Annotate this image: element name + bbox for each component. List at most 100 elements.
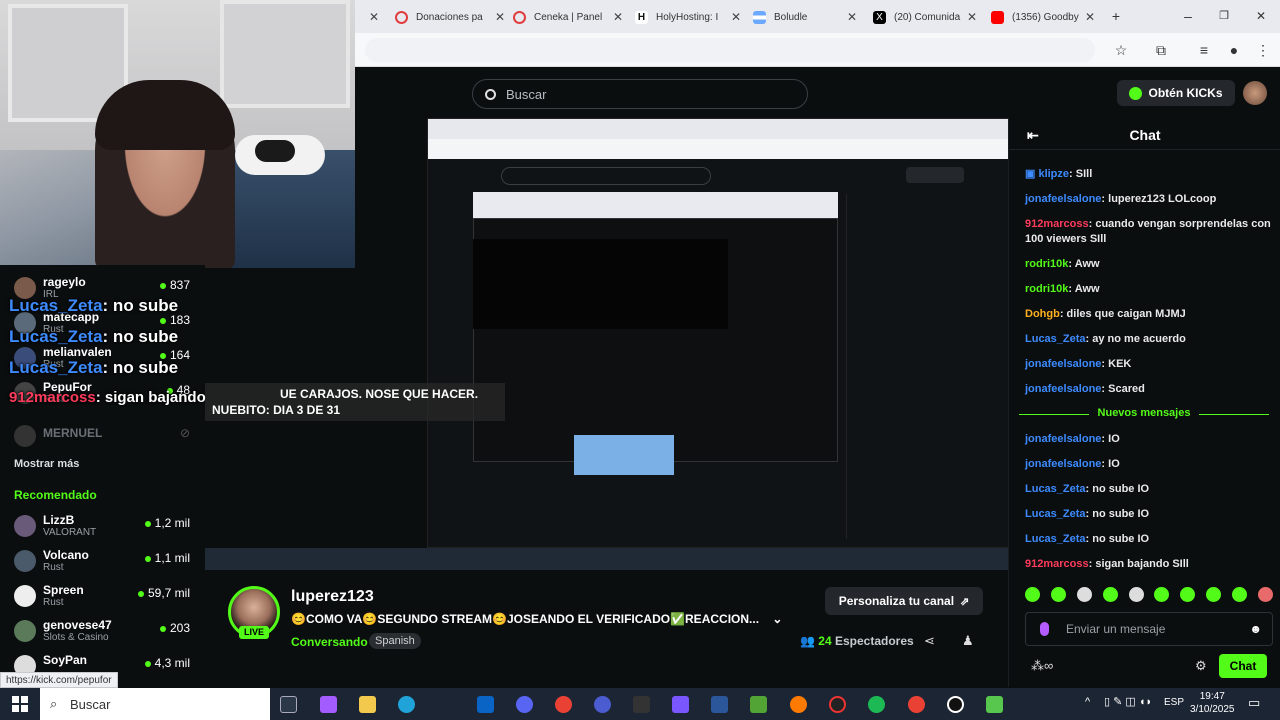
close-tab-icon[interactable]: ✕ bbox=[1085, 10, 1095, 24]
collapse-chat-icon[interactable]: ⇤ bbox=[1027, 120, 1039, 150]
recommended-item[interactable]: genovese47 Slots & Casino 203 bbox=[14, 618, 194, 646]
emote-icon[interactable] bbox=[1050, 587, 1066, 602]
copilot-icon[interactable] bbox=[320, 696, 337, 713]
live-dot-icon bbox=[159, 282, 166, 289]
browser-tab[interactable]: (1356) Goodby ✕ bbox=[991, 6, 1095, 28]
edge-icon[interactable] bbox=[398, 696, 415, 713]
emote-icon[interactable] bbox=[1232, 587, 1247, 602]
discord-icon[interactable] bbox=[516, 696, 533, 713]
stream-category[interactable]: Conversando bbox=[291, 635, 368, 649]
nested-thumbnail bbox=[574, 435, 674, 475]
browser-tab[interactable]: H HolyHosting: I ✕ bbox=[635, 6, 741, 28]
chat-message-input[interactable]: Enviar un mensaje ☻ bbox=[1025, 612, 1273, 646]
taskbar-search-input[interactable]: ⌕ Buscar bbox=[40, 688, 270, 720]
app-icon[interactable] bbox=[633, 696, 650, 713]
get-kicks-button[interactable]: Obtén KICKs bbox=[1117, 80, 1235, 106]
recommended-item[interactable]: LizzB VALORANT 1,2 mil bbox=[14, 513, 194, 541]
emote-icon[interactable] bbox=[1206, 587, 1222, 602]
wordpad-icon[interactable] bbox=[594, 696, 611, 713]
outlook-icon[interactable] bbox=[477, 696, 494, 713]
chat-message: Lucas_Zeta: no sube IO bbox=[1025, 533, 1150, 545]
emote-icon[interactable] bbox=[1102, 587, 1118, 602]
task-view-icon[interactable] bbox=[280, 696, 297, 713]
emote-icon[interactable] bbox=[1076, 587, 1092, 602]
m365-icon[interactable] bbox=[672, 696, 689, 713]
channel-category: Rust bbox=[43, 597, 64, 608]
tray-icons[interactable]: ▯ ✎ ◫ ◖◗ bbox=[1104, 695, 1152, 708]
emote-icon[interactable] bbox=[1154, 587, 1170, 602]
clock[interactable]: 19:47 3/10/2025 bbox=[1190, 690, 1235, 716]
app-icon[interactable] bbox=[947, 696, 964, 713]
customize-channel-button[interactable]: Personaliza tu canal ⇗ bbox=[825, 587, 983, 615]
chat-message: Lucas_Zeta: ay no me acuerdo bbox=[1025, 333, 1186, 345]
donation-icon bbox=[395, 10, 408, 24]
close-tab-icon[interactable]: ✕ bbox=[613, 10, 623, 24]
word-icon[interactable] bbox=[711, 696, 728, 713]
media-control-icon[interactable]: ≡ bbox=[1195, 41, 1213, 59]
channel-category: Rust bbox=[43, 562, 64, 573]
profile-icon[interactable]: ● bbox=[1225, 41, 1243, 59]
language-tag[interactable]: Spanish bbox=[369, 633, 421, 649]
chrome-menu-icon[interactable]: ⋮ bbox=[1254, 41, 1272, 59]
extensions-icon[interactable]: ⧉ bbox=[1152, 41, 1170, 59]
obs-icon[interactable] bbox=[829, 696, 846, 713]
chrome-icon[interactable] bbox=[908, 696, 925, 713]
emote-icon[interactable] bbox=[1257, 587, 1273, 602]
close-tab-icon[interactable]: ✕ bbox=[967, 10, 977, 24]
stream-title: 😊COMO VA😊SEGUNDO STREAM😊JOSEANDO EL VERI… bbox=[291, 612, 783, 626]
overlay-chat-line: 912marcoss: sigan bajando bbox=[9, 389, 206, 406]
live-dot-icon bbox=[159, 317, 166, 324]
minecraft-icon[interactable] bbox=[750, 696, 767, 713]
emote-icon[interactable] bbox=[1128, 587, 1144, 602]
sidebar-item-offline[interactable]: MERNUEL ⊘ bbox=[14, 423, 194, 451]
notification-icon[interactable]: ▭ bbox=[1248, 695, 1260, 711]
search-input[interactable]: Buscar bbox=[472, 79, 808, 109]
close-tab-icon[interactable]: ✕ bbox=[731, 10, 741, 24]
spotify-icon[interactable] bbox=[868, 696, 885, 713]
chat-badge-icon: ▣ bbox=[1025, 168, 1039, 180]
browser-tab[interactable]: Boludle ✕ bbox=[753, 6, 857, 28]
windows-start-icon[interactable] bbox=[12, 696, 28, 712]
share-icon[interactable]: ⋖ bbox=[924, 633, 935, 649]
channel-category: VALORANT bbox=[43, 527, 97, 538]
close-tab-icon[interactable]: ✕ bbox=[369, 6, 381, 28]
chat-message: Lucas_Zeta: no sube IO bbox=[1025, 483, 1150, 495]
user-avatar[interactable] bbox=[1243, 81, 1267, 105]
tab-label: Ceneka | Panel bbox=[534, 11, 603, 23]
recommended-item[interactable]: Volcano Rust 1,1 mil bbox=[14, 548, 194, 576]
chat-message: jonafeelsalone: Scared bbox=[1025, 383, 1145, 395]
close-tab-icon[interactable]: ✕ bbox=[495, 10, 505, 24]
browser-tab[interactable]: Ceneka | Panel ✕ bbox=[513, 6, 623, 28]
app-icon[interactable] bbox=[986, 696, 1003, 713]
minimize-icon[interactable]: – bbox=[1179, 7, 1197, 25]
browser-tab[interactable]: X (20) Comunida ✕ bbox=[873, 6, 977, 28]
window-close-icon[interactable]: ✕ bbox=[1252, 7, 1270, 25]
tray-chevron-icon[interactable]: ^ bbox=[1085, 696, 1090, 708]
follow-icon[interactable]: ♟ bbox=[962, 633, 974, 649]
new-tab-icon[interactable]: + bbox=[1107, 7, 1125, 25]
streamer-name[interactable]: luperez123 bbox=[291, 588, 374, 606]
restore-icon[interactable]: ❐ bbox=[1215, 7, 1233, 25]
emote-icon[interactable] bbox=[1025, 587, 1040, 602]
channel-name: SoyPan bbox=[43, 653, 88, 667]
app-icon[interactable] bbox=[790, 696, 807, 713]
show-more-link[interactable]: Mostrar más bbox=[14, 458, 79, 470]
chevron-down-icon[interactable]: ⌄ bbox=[772, 612, 782, 626]
url-field[interactable] bbox=[365, 38, 1095, 62]
gear-icon[interactable]: ⚙ bbox=[1195, 658, 1207, 674]
emoji-picker-icon[interactable]: ☻ bbox=[1249, 622, 1262, 636]
bookmark-star-icon[interactable]: ☆ bbox=[1112, 41, 1130, 59]
file-explorer-icon[interactable] bbox=[359, 696, 376, 713]
kicks-infinity-icon[interactable]: ⁂∞ bbox=[1031, 658, 1053, 674]
avatar bbox=[14, 550, 36, 572]
keyboard-language[interactable]: ESP bbox=[1164, 697, 1184, 708]
nested-kicks-button bbox=[906, 167, 964, 183]
browser-tab[interactable]: Donaciones pa ✕ bbox=[395, 6, 505, 28]
chrome-icon[interactable] bbox=[555, 696, 572, 713]
nested-tab-bar bbox=[428, 119, 1008, 139]
send-chat-button[interactable]: Chat bbox=[1219, 654, 1267, 678]
recommended-item[interactable]: Spreen Rust 59,7 mil bbox=[14, 583, 194, 611]
emote-icon[interactable] bbox=[1180, 587, 1196, 602]
tab-label: HolyHosting: I bbox=[656, 11, 719, 23]
close-tab-icon[interactable]: ✕ bbox=[847, 10, 857, 24]
